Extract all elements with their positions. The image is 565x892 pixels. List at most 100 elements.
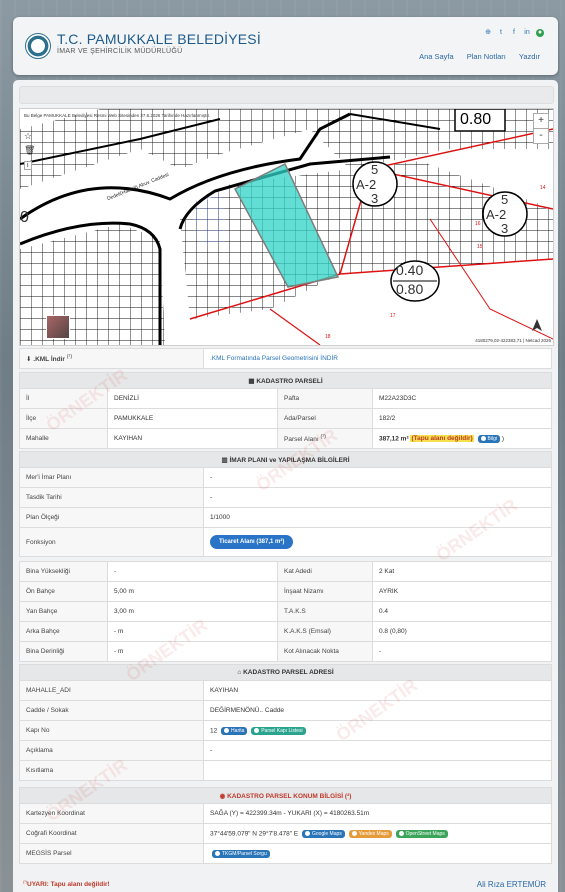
kml-download-link[interactable]: .KML Formatında Parsel Geometrisini İNDİ…	[210, 355, 338, 362]
facebook-icon[interactable]: f	[510, 29, 518, 37]
map-label-zone-a2: A-2	[356, 177, 377, 192]
imar-label: Plan Ölçeği	[19, 507, 204, 528]
site-title: T.C. PAMUKKALE BELEDİYESİ	[57, 31, 261, 47]
google-icon	[305, 830, 311, 836]
bilgi-button[interactable]: Bilgi	[477, 434, 500, 443]
adres-value: KAYIHAN	[203, 680, 552, 701]
yapi-value: 0.4	[372, 601, 552, 622]
tapu-warning: (Tapu alanı değildir)	[410, 435, 474, 443]
kadastro-label: Mahalle	[19, 428, 108, 449]
yapi-label: Yan Bahçe	[19, 601, 108, 622]
map-label-zone-b3: 3	[501, 221, 509, 236]
parsel-kapi-label: Parsel Kapı Listesi	[261, 727, 303, 734]
kapi-label: Kapı No	[19, 720, 204, 741]
map-label-n15: 15	[477, 244, 483, 250]
layer-switch-thumbnail[interactable]	[46, 315, 70, 339]
yapi-label: Kat Adedi	[277, 561, 373, 582]
map-label-ratio1: 0.40	[396, 262, 424, 278]
main-nav: Ana Sayfa Plan Notları Yazdır	[419, 52, 540, 61]
search-icon	[215, 850, 220, 856]
kml-sup: (¹)	[66, 353, 73, 360]
footer-author: Ali Rıza ERTEMÜR	[476, 880, 546, 889]
info-dot-icon	[480, 435, 486, 441]
harita-button[interactable]: Harita	[221, 726, 248, 735]
kadastro-title: KADASTRO PARSELİ	[256, 377, 323, 385]
map-pin-icon	[224, 727, 230, 733]
fonksiyon-button[interactable]: Ticaret Alanı (387,1 m²)	[210, 535, 294, 549]
google-maps-button[interactable]: Google Maps	[302, 829, 345, 838]
adres-label: Cadde / Sokak	[19, 700, 204, 721]
zoom-out-button[interactable]: -	[534, 129, 548, 143]
nav-home[interactable]: Ana Sayfa	[419, 52, 454, 61]
info-icon[interactable]: i	[24, 161, 32, 170]
yapi-value: 5,00 m	[107, 581, 278, 602]
imar-label: Mer'i İmar Planı	[19, 467, 204, 488]
kartezyen-label: Kartezyen Koordinat	[19, 803, 204, 824]
kml-cell: ⬇ .KML İndir (¹)	[19, 348, 204, 369]
cografi-value: 37°44'59.079" N 29°7'8.478" E	[210, 830, 299, 838]
yandex-maps-button[interactable]: Yandex Maps	[348, 829, 392, 838]
zoom-control: + -	[533, 113, 549, 144]
megsis-button[interactable]: TKGM/Parsel Sorgu	[212, 849, 270, 858]
zoom-in-button[interactable]: +	[534, 114, 548, 129]
osm-button[interactable]: OpenStreet Maps	[395, 829, 448, 838]
nav-plan-notes[interactable]: Plan Notları	[467, 52, 506, 61]
building-icon: ▥	[221, 456, 228, 464]
parsel-alani-text: Parsel Alanı	[284, 436, 319, 444]
map-label-zone-b: 5	[501, 192, 509, 207]
yapi-value: 0.8 (0,80)	[372, 621, 552, 642]
parsel-kapi-button[interactable]: Parsel Kapı Listesi	[251, 726, 306, 735]
yapi-label: Bina Yüksekliği	[19, 561, 108, 582]
aciklama-label: Açıklama	[19, 740, 204, 761]
content-panel: Bu Belge PAMUKKALE Belediyesi Resmi Web …	[13, 80, 558, 892]
kapi-cell: 12 Harita Parsel Kapı Listesi	[203, 720, 552, 741]
footer-warning: (¹)UYARI: Tapu alanı değildir!	[23, 879, 110, 888]
globe-icon[interactable]: ⊕	[484, 29, 492, 37]
adres-table: ⌂ KADASTRO PARSEL ADRESİ MAHALLE_ADI KAYI…	[19, 664, 552, 781]
megsis-label: MEGSİS Parsel	[19, 843, 204, 864]
map-label-ratio2: 0.80	[396, 281, 424, 297]
download-icon: ⬇	[26, 356, 32, 364]
kadastro-table: ▦ KADASTRO PARSELİ İl DENİZLİ Pafta M22A…	[19, 372, 552, 449]
kisitlama-label: Kısıtlama	[19, 760, 204, 781]
imar-table: ▥ İMAR PLANI ve YAPILAŞMA BİLGİLERİ Mer'…	[19, 451, 552, 557]
cografi-cell: 37°44'59.079" N 29°7'8.478" E Google Map…	[203, 823, 552, 844]
site-header: T.C. PAMUKKALE BELEDİYESİ İMAR VE ŞEHİRC…	[13, 17, 558, 75]
kml-label: .KML İndir	[33, 356, 65, 364]
parcel-map[interactable]: Bu Belge PAMUKKALE Belediyesi Resmi Web …	[19, 108, 554, 346]
kadastro-label: Pafta	[277, 388, 373, 409]
municipality-logo[interactable]	[25, 33, 51, 59]
close-paren: )	[501, 435, 504, 443]
imar-label: Tasdik Tarihi	[19, 487, 204, 508]
megsis-cell: TKGM/Parsel Sorgu	[203, 843, 552, 864]
fonksiyon-cell: Ticaret Alanı (387,1 m²)	[203, 527, 552, 557]
imar-value: -	[203, 467, 552, 488]
konum-title: KADASTRO PARSEL KONUM BİLGİSİ (²)	[227, 792, 352, 800]
delete-icon[interactable]: 🗑	[24, 145, 35, 156]
map-label-n16: 16	[475, 221, 481, 227]
google-label: Google Maps	[312, 830, 342, 837]
site-subtitle: İMAR VE ŞEHİRCİLİK MÜDÜRLÜĞÜ	[57, 48, 183, 55]
yapi-value: 3,00 m	[107, 601, 278, 622]
kml-link-cell: .KML Formatında Parsel Geometrisini İNDİ…	[203, 348, 552, 369]
home-icon: ⌂	[237, 669, 242, 676]
fonksiyon-label: Fonksiyon	[19, 527, 204, 557]
yapi-label: Kot Alınacak Nokta	[277, 641, 373, 662]
adres-header: ⌂ KADASTRO PARSEL ADRESİ	[19, 664, 552, 681]
linkedin-icon[interactable]: in	[523, 29, 531, 37]
osm-label: OpenStreet Maps	[405, 830, 445, 837]
yapi-value: AYRIK	[372, 581, 552, 602]
user-icon[interactable]: ●	[536, 29, 544, 37]
yapi-value: - m	[107, 641, 278, 662]
kisitlama-value	[203, 760, 552, 781]
nav-print[interactable]: Yazdır	[519, 52, 540, 61]
yandex-icon	[351, 830, 357, 836]
draw-icon[interactable]: ☆	[24, 131, 32, 142]
konum-table: ◉ KADASTRO PARSEL KONUM BİLGİSİ (²) Kart…	[19, 787, 552, 864]
map-label-left-zero: 0	[20, 209, 29, 226]
kapi-value: 12	[210, 727, 218, 735]
twitter-icon[interactable]: t	[497, 29, 505, 37]
osm-icon	[398, 830, 404, 836]
imar-header: ▥ İMAR PLANI ve YAPILAŞMA BİLGİLERİ	[19, 451, 552, 468]
map-canvas	[20, 109, 553, 345]
